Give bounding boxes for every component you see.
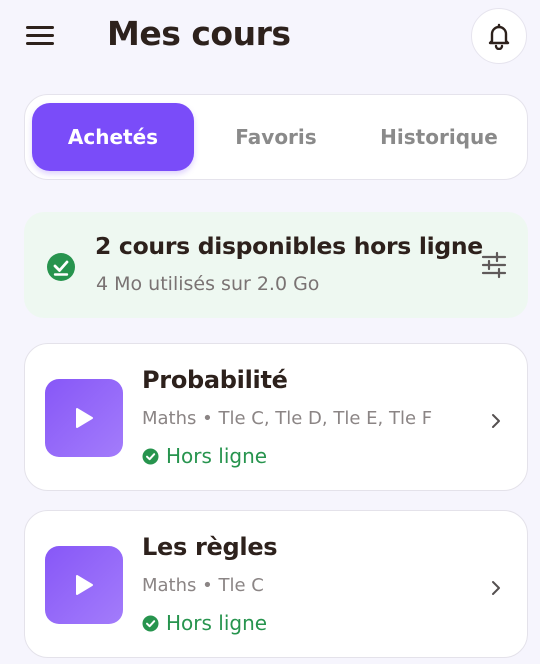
tab-history[interactable]: Historique [358,103,520,171]
offline-status-label: Hors ligne [166,611,268,635]
tab-purchased[interactable]: Achetés [32,103,194,171]
bell-icon [488,23,510,50]
course-title: Probabilité [142,366,288,394]
course-tabs: Achetés Favoris Historique [24,94,528,180]
offline-status: Hors ligne [142,444,267,468]
menu-icon[interactable] [26,26,54,48]
play-icon [76,408,93,428]
sliders-icon[interactable] [480,251,508,279]
chevron-right-icon [492,414,500,428]
tab-favorites[interactable]: Favoris [195,103,357,171]
storage-usage-text: 4 Mo utilisés sur 2.0 Go [96,273,320,295]
play-icon [76,575,93,595]
page-title: Mes cours [107,14,291,53]
offline-status: Hors ligne [142,611,267,635]
course-card[interactable]: Probabilité Maths • Tle C, Tle D, Tle E,… [24,343,528,491]
course-meta: Maths • Tle C [142,575,264,596]
chevron-right-icon [492,581,500,595]
course-card[interactable]: Les règles Maths • Tle C Hors ligne [24,510,528,658]
offline-storage-banner: 2 cours disponibles hors ligne 4 Mo util… [24,212,528,318]
check-circle-icon [142,615,159,631]
course-title: Les règles [142,533,278,561]
check-circle-icon [47,253,75,281]
course-thumbnail [45,546,123,624]
notifications-button[interactable] [471,8,527,64]
check-circle-icon [142,448,159,464]
course-thumbnail [45,379,123,457]
offline-count-title: 2 cours disponibles hors ligne [95,232,483,260]
app-header: Mes cours [0,0,540,76]
course-meta: Maths • Tle C, Tle D, Tle E, Tle F [142,408,433,429]
offline-status-label: Hors ligne [166,444,268,468]
